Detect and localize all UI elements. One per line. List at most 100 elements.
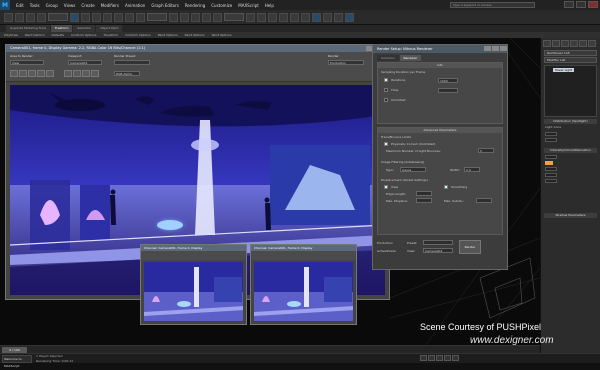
menu-animation[interactable]: Animation [125, 3, 145, 8]
menu-tools[interactable]: Tools [30, 3, 40, 8]
utilities-tab-icon[interactable] [588, 40, 596, 47]
object-name-field[interactable]: Rectilinear 145 [544, 50, 597, 56]
close-button[interactable] [588, 1, 598, 8]
falloff-spinner[interactable] [545, 137, 557, 142]
spinner-snap-icon[interactable] [213, 12, 222, 22]
tab-freeform[interactable]: Freeform [51, 25, 73, 32]
mirror-icon[interactable] [246, 12, 255, 22]
modifier-stack[interactable]: Tower Light [544, 65, 597, 117]
curve-editor-icon[interactable] [290, 12, 299, 22]
rsd-minimize-button[interactable] [484, 46, 491, 51]
distribution-rollout-header[interactable]: Distribution (Spotlight) [544, 119, 597, 124]
layer-icon[interactable] [268, 12, 277, 22]
prev-frame-icon[interactable] [428, 355, 435, 361]
time-field[interactable] [438, 88, 458, 93]
unlimited-checkbox[interactable] [384, 98, 388, 102]
app-logo-icon[interactable]: M [0, 0, 10, 10]
iterations-field[interactable]: 1000 [438, 78, 458, 83]
red-channel-icon[interactable] [64, 70, 72, 77]
rendered-frame-icon[interactable] [334, 12, 343, 22]
blue-channel-icon[interactable] [82, 70, 90, 77]
modifier-list-select[interactable]: Modifier List [544, 57, 597, 63]
info-rollout-header[interactable]: Info [378, 63, 502, 68]
view-select[interactable]: Camera001 [423, 248, 453, 253]
render-production-icon[interactable] [345, 12, 354, 22]
motion-tab-icon[interactable] [570, 40, 578, 47]
minimize-button[interactable] [564, 1, 574, 8]
menu-maxscript[interactable]: MAXScript [238, 3, 259, 8]
schematic-icon[interactable] [301, 12, 310, 22]
menu-modifiers[interactable]: Modifiers [101, 3, 119, 8]
render-setup-titlebar[interactable]: Render Setup: Nitrous Renderer [373, 45, 507, 53]
max-subdiv-field[interactable] [476, 198, 492, 203]
width-field[interactable]: 2.0 [464, 167, 480, 172]
tab-renderer[interactable]: Renderer [399, 55, 422, 61]
create-tab-icon[interactable] [543, 40, 551, 47]
display-tab-icon[interactable] [579, 40, 587, 47]
selection-filter-select[interactable] [48, 13, 68, 21]
copy-image-icon[interactable] [19, 70, 27, 77]
maxscript-listener[interactable]: Welcome to MAXScript [2, 355, 32, 368]
menu-graph-editors[interactable]: Graph Editors [151, 3, 178, 8]
percent-snap-icon[interactable] [202, 12, 211, 22]
pivot-icon[interactable] [169, 12, 178, 22]
menu-views[interactable]: Views [64, 3, 76, 8]
shadow-rollout-header[interactable]: Shadow Parameters [544, 213, 597, 218]
area-to-render-select[interactable]: View [10, 60, 44, 65]
next-frame-icon[interactable] [444, 355, 451, 361]
align-icon[interactable] [257, 12, 266, 22]
tab-graphite[interactable]: Graphite Modeling Tools [6, 25, 51, 32]
menu-create[interactable]: Create [81, 3, 94, 8]
render-preset-select[interactable] [114, 60, 150, 65]
print-image-icon[interactable] [37, 70, 45, 77]
menu-group[interactable]: Group [46, 3, 58, 8]
search-input[interactable]: Type a keyword or phrase [450, 2, 535, 8]
undo-icon[interactable] [4, 12, 13, 22]
maximize-button[interactable] [576, 1, 586, 8]
scale-icon[interactable] [136, 12, 145, 22]
tab-object-paint[interactable]: Object Paint [96, 25, 123, 32]
move-icon[interactable] [114, 12, 123, 22]
menu-customize[interactable]: Customize [211, 3, 232, 8]
display-channel-select[interactable]: RGB Alpha [114, 71, 140, 76]
menu-help[interactable]: Help [265, 3, 274, 8]
tab-common[interactable]: Common [377, 55, 399, 61]
color-select[interactable] [545, 154, 557, 159]
select-object-icon[interactable] [70, 12, 79, 22]
rsd-close-button[interactable] [500, 46, 507, 51]
snap-icon[interactable] [180, 12, 189, 22]
filter-type-select[interactable]: Gauss [400, 167, 426, 172]
production-select[interactable]: Production [328, 60, 364, 65]
play-icon[interactable] [436, 355, 443, 361]
physically-correct-checkbox[interactable] [384, 142, 388, 146]
hotspot-spinner[interactable] [545, 131, 557, 136]
render-button[interactable]: Render [459, 240, 481, 254]
material-editor-icon[interactable] [312, 12, 321, 22]
edge-length-field[interactable] [416, 191, 432, 196]
view-checkbox[interactable] [384, 185, 388, 189]
reference-coord-select[interactable] [147, 13, 167, 21]
max-displace-field[interactable] [416, 198, 432, 203]
intensity-spinner[interactable] [545, 166, 557, 171]
green-channel-icon[interactable] [73, 70, 81, 77]
time-checkbox[interactable] [384, 88, 388, 92]
tab-selection[interactable]: Selection [73, 25, 96, 32]
max-bounces-field[interactable]: 5 [478, 148, 494, 153]
intensity-rollout-header[interactable]: Intensity/Color/Attenuation [544, 148, 597, 153]
menu-edit[interactable]: Edit [16, 3, 24, 8]
named-selection-select[interactable] [224, 13, 244, 21]
far-attenuation-spinner[interactable] [545, 178, 557, 183]
link-icon[interactable] [26, 12, 35, 22]
save-image-icon[interactable] [10, 70, 18, 77]
go-to-end-icon[interactable] [452, 355, 459, 361]
go-to-start-icon[interactable] [420, 355, 427, 361]
rect-select-icon[interactable] [92, 12, 101, 22]
modifier-stack-item[interactable]: Tower Light [553, 68, 575, 72]
smoothing-checkbox[interactable] [444, 185, 448, 189]
redo-icon[interactable] [15, 12, 24, 22]
select-by-name-icon[interactable] [81, 12, 90, 22]
clone-frame-icon[interactable] [28, 70, 36, 77]
hierarchy-tab-icon[interactable] [561, 40, 569, 47]
alpha-channel-icon[interactable] [91, 70, 99, 77]
dimming-spinner[interactable] [545, 172, 557, 177]
